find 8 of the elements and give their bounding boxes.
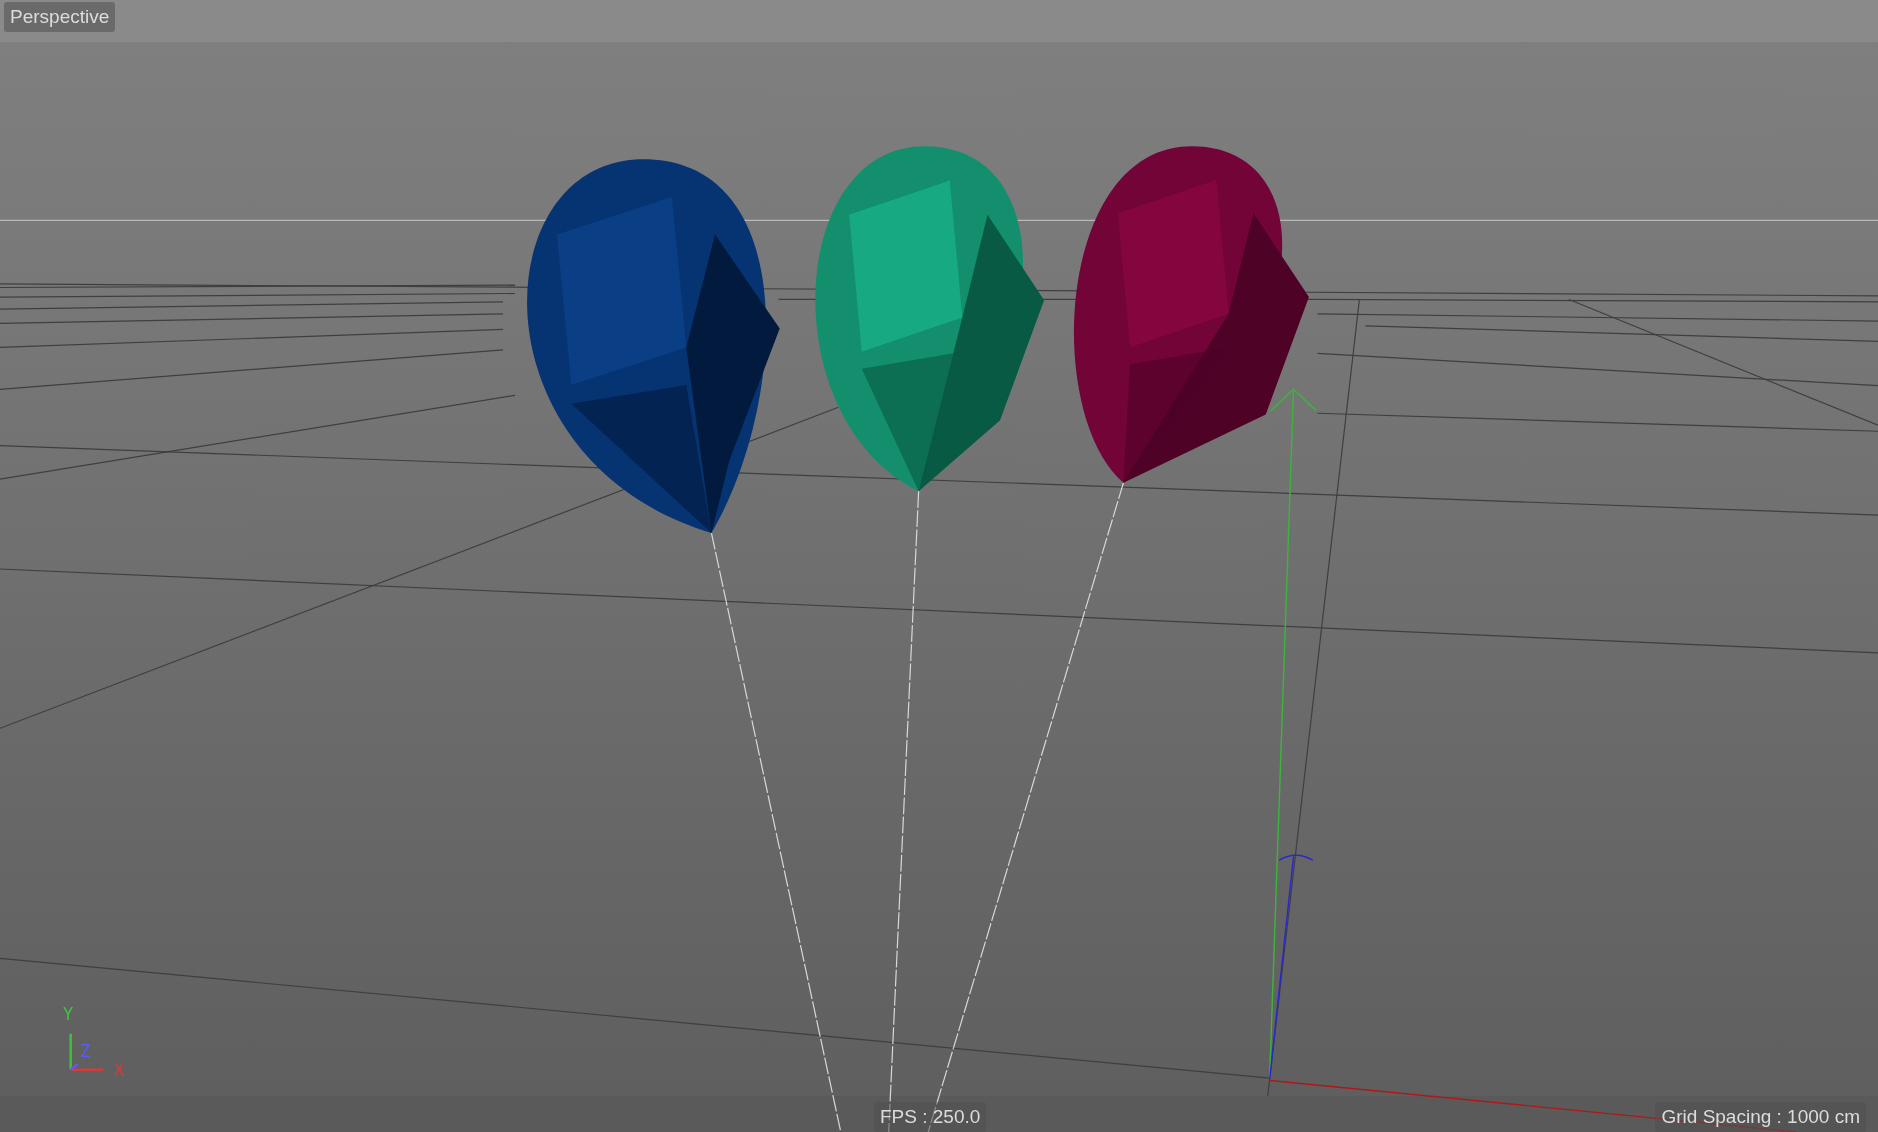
axis-label: X (114, 1062, 125, 1079)
grid-spacing-readout: Grid Spacing : 1000 cm (1655, 1102, 1866, 1132)
z-axis-handle[interactable] (1268, 854, 1314, 1082)
view-title: Perspective (4, 2, 116, 32)
axis-triad-icon (69, 1033, 103, 1071)
axis-label: Y (63, 1006, 74, 1023)
axis-label: Z (80, 1043, 91, 1060)
fps-readout: FPS : 250.0 (874, 1102, 987, 1132)
